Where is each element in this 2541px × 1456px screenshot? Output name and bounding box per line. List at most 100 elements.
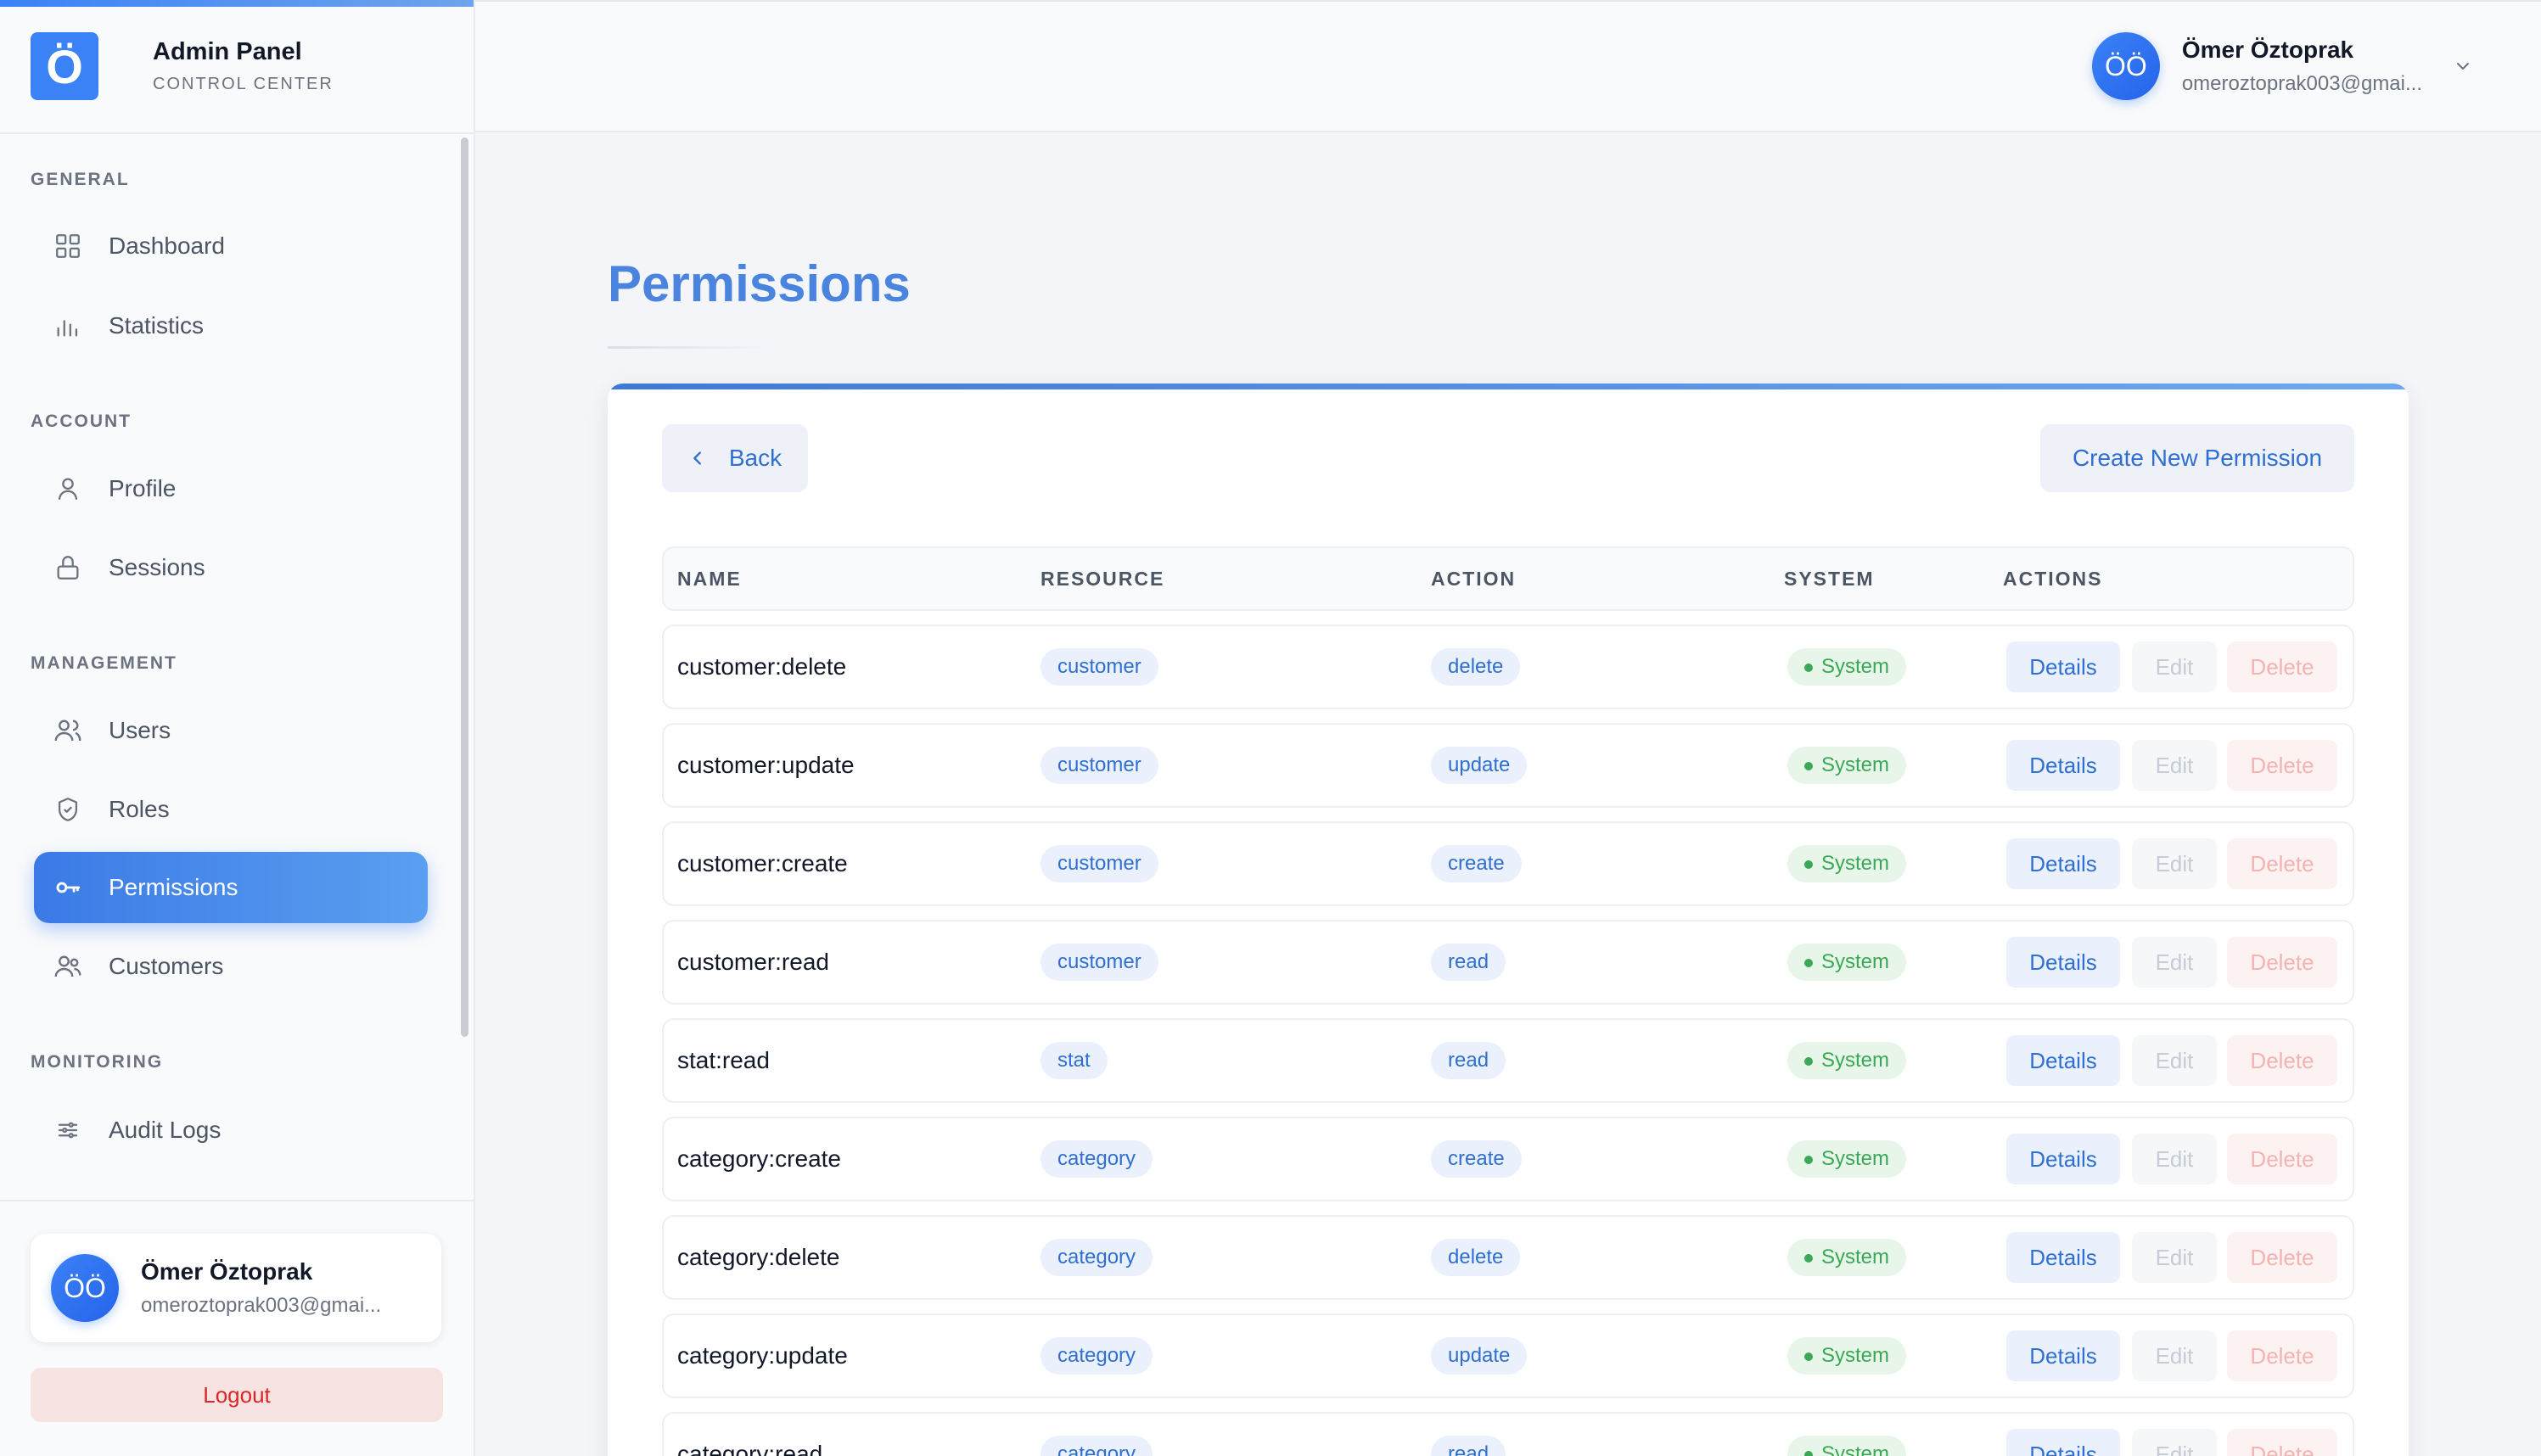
sidebar-item-label: Users — [109, 717, 171, 743]
details-button[interactable]: Details — [2006, 1232, 2120, 1283]
table-row: category:delete category delete System Detai… — [662, 1215, 2354, 1300]
nav-section-management: MANAGEMENT — [31, 653, 177, 673]
sidebar-item-dashboard[interactable]: Dashboard — [34, 210, 428, 282]
sidebar-item-label: Roles — [109, 796, 170, 822]
details-button[interactable]: Details — [2006, 1330, 2120, 1381]
edit-button[interactable]: Edit — [2132, 740, 2217, 791]
divider — [0, 132, 474, 134]
details-button[interactable]: Details — [2006, 1134, 2120, 1184]
delete-button[interactable]: Delete — [2227, 1330, 2337, 1381]
sidebar-accent-bar — [0, 0, 474, 7]
delete-button[interactable]: Delete — [2227, 740, 2337, 791]
shield-icon — [51, 792, 85, 826]
table-row: customer:create customer create System Detai… — [662, 821, 2354, 906]
sidebar-user-card[interactable]: ÖÖ Ömer Öztoprak omeroztoprak003@gmai... — [31, 1234, 441, 1342]
brand-logo: Ö — [31, 32, 98, 100]
sidebar-item-label: Audit Logs — [109, 1117, 222, 1143]
permission-name: category:update — [677, 1342, 848, 1369]
brand[interactable]: Ö Admin Panel CONTROL CENTER — [31, 32, 334, 100]
table-row: customer:read customer read System Details Ed… — [662, 920, 2354, 1005]
column-header-name: NAME — [677, 568, 742, 590]
nav-section-account: ACCOUNT — [31, 412, 132, 431]
create-permission-button[interactable]: Create New Permission — [2040, 424, 2354, 492]
resource-badge: stat — [1041, 1042, 1108, 1079]
brand-subtitle: CONTROL CENTER — [153, 75, 334, 93]
edit-button[interactable]: Edit — [2132, 1232, 2217, 1283]
sidebar-item-statistics[interactable]: Statistics — [34, 290, 428, 361]
action-badge: read — [1431, 944, 1506, 981]
sidebar-item-label: Sessions — [109, 554, 205, 580]
delete-button[interactable]: Delete — [2227, 1035, 2337, 1086]
delete-button[interactable]: Delete — [2227, 838, 2337, 889]
system-badge: System — [1787, 1436, 1907, 1456]
resource-badge: customer — [1041, 648, 1158, 686]
delete-button[interactable]: Delete — [2227, 1134, 2337, 1184]
action-badge: update — [1431, 747, 1528, 784]
logout-button[interactable]: Logout — [31, 1368, 443, 1422]
nav-section-monitoring: MONITORING — [31, 1052, 164, 1072]
details-button[interactable]: Details — [2006, 740, 2120, 791]
table-row: category:create category create System Detai… — [662, 1117, 2354, 1201]
action-badge: create — [1431, 845, 1522, 882]
sidebar-item-permissions[interactable]: Permissions — [34, 852, 428, 923]
system-badge: System — [1787, 1337, 1907, 1375]
sidebar-scrollbar[interactable] — [461, 137, 468, 1037]
sidebar-item-customers[interactable]: Customers — [34, 931, 428, 1002]
sidebar-item-label: Statistics — [109, 312, 205, 339]
permission-name: customer:update — [677, 752, 855, 778]
edit-button[interactable]: Edit — [2132, 1429, 2217, 1456]
edit-button[interactable]: Edit — [2132, 1330, 2217, 1381]
delete-button[interactable]: Delete — [2227, 641, 2337, 692]
sidebar-item-audit-logs[interactable]: Audit Logs — [34, 1095, 428, 1166]
details-button[interactable]: Details — [2006, 937, 2120, 988]
details-button[interactable]: Details — [2006, 1429, 2120, 1456]
grid-icon — [51, 229, 85, 263]
resource-badge: category — [1041, 1239, 1153, 1276]
brand-title: Admin Panel — [153, 38, 302, 65]
user-icon — [51, 472, 85, 506]
system-badge: System — [1787, 944, 1907, 981]
key-icon — [51, 871, 85, 904]
nav-section-general: GENERAL — [31, 170, 130, 189]
permission-name: category:read — [677, 1441, 823, 1456]
details-button[interactable]: Details — [2006, 1035, 2120, 1086]
sidebar-item-roles[interactable]: Roles — [34, 774, 428, 845]
bar-chart-icon — [51, 309, 85, 343]
card-accent-bar — [608, 384, 2409, 389]
lock-icon — [51, 551, 85, 585]
table-row: customer:delete customer delete System Detai… — [662, 624, 2354, 709]
details-button[interactable]: Details — [2006, 641, 2120, 692]
user-name: Ömer Öztoprak — [141, 1258, 313, 1285]
edit-button[interactable]: Edit — [2132, 1134, 2217, 1184]
delete-button[interactable]: Delete — [2227, 937, 2337, 988]
back-button-label: Back — [728, 445, 782, 471]
delete-button[interactable]: Delete — [2227, 1429, 2337, 1456]
user-email: omeroztoprak003@gmai... — [2181, 72, 2422, 95]
action-badge: delete — [1431, 1239, 1521, 1276]
table-row: category:update category update System Detai… — [662, 1313, 2354, 1398]
delete-button[interactable]: Delete — [2227, 1232, 2337, 1283]
user-menu[interactable]: ÖÖ Ömer Öztoprak omeroztoprak003@gmai... — [2091, 32, 2473, 100]
permission-name: customer:read — [677, 949, 829, 975]
sidebar-item-users[interactable]: Users — [34, 695, 428, 766]
user-name: Ömer Öztoprak — [2181, 36, 2354, 63]
resource-badge: category — [1041, 1436, 1153, 1456]
edit-button[interactable]: Edit — [2132, 937, 2217, 988]
permission-name: customer:create — [677, 850, 848, 876]
details-button[interactable]: Details — [2006, 838, 2120, 889]
edit-button[interactable]: Edit — [2132, 838, 2217, 889]
sidebar-item-sessions[interactable]: Sessions — [34, 532, 428, 603]
table-row: stat:read stat read System Details Edit Delete — [662, 1018, 2354, 1103]
resource-badge: category — [1041, 1337, 1153, 1375]
back-button[interactable]: Back — [662, 424, 808, 492]
edit-button[interactable]: Edit — [2132, 1035, 2217, 1086]
sidebar-item-label: Permissions — [109, 874, 238, 900]
column-header-resource: RESOURCE — [1041, 568, 1165, 590]
system-badge: System — [1787, 845, 1907, 882]
users-icon — [51, 714, 85, 748]
resource-badge: customer — [1041, 845, 1158, 882]
avatar: ÖÖ — [51, 1254, 119, 1322]
sidebar-item-profile[interactable]: Profile — [34, 453, 428, 524]
permissions-card: Back Create New Permission NAME RESOURCE… — [608, 384, 2409, 1456]
edit-button[interactable]: Edit — [2132, 641, 2217, 692]
